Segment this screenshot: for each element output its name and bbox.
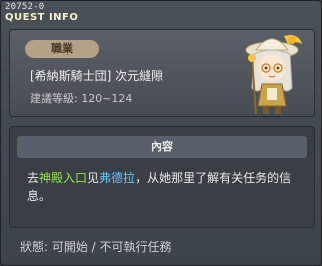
- job-badge: 職業: [25, 40, 99, 58]
- quest-description: 去神殿入口见弗德拉，从她那里了解有关任务的信息。: [27, 169, 303, 205]
- quest-id: 20752-0: [5, 2, 45, 12]
- description-text-middle: 见: [87, 171, 100, 185]
- quest-name: [希納斯騎士団] 次元縫隙: [30, 69, 164, 83]
- quest-content-panel: 內容 去神殿入口见弗德拉，从她那里了解有关任务的信息。: [9, 126, 315, 228]
- quest-summary-panel: 職業 [希納斯騎士団] 次元縫隙 建議等級: 120~124: [9, 29, 315, 117]
- content-header: 內容: [17, 136, 307, 158]
- quest-info-window: 20752-0 QUEST INFO 職業 [希納斯騎士団] 次元縫隙 建議等級…: [0, 0, 322, 266]
- description-text-prefix: 去: [27, 171, 40, 185]
- recommended-level: 建議等級: 120~124: [30, 92, 133, 105]
- npc-portrait-icon: [245, 35, 302, 115]
- location-link[interactable]: 神殿入口: [39, 171, 87, 185]
- window-title: QUEST INFO: [5, 12, 79, 23]
- npc-link[interactable]: 弗德拉: [99, 171, 135, 185]
- quest-status: 狀態: 可開始 / 不可執行任務: [20, 240, 172, 254]
- title-bar[interactable]: 20752-0 QUEST INFO: [1, 1, 322, 27]
